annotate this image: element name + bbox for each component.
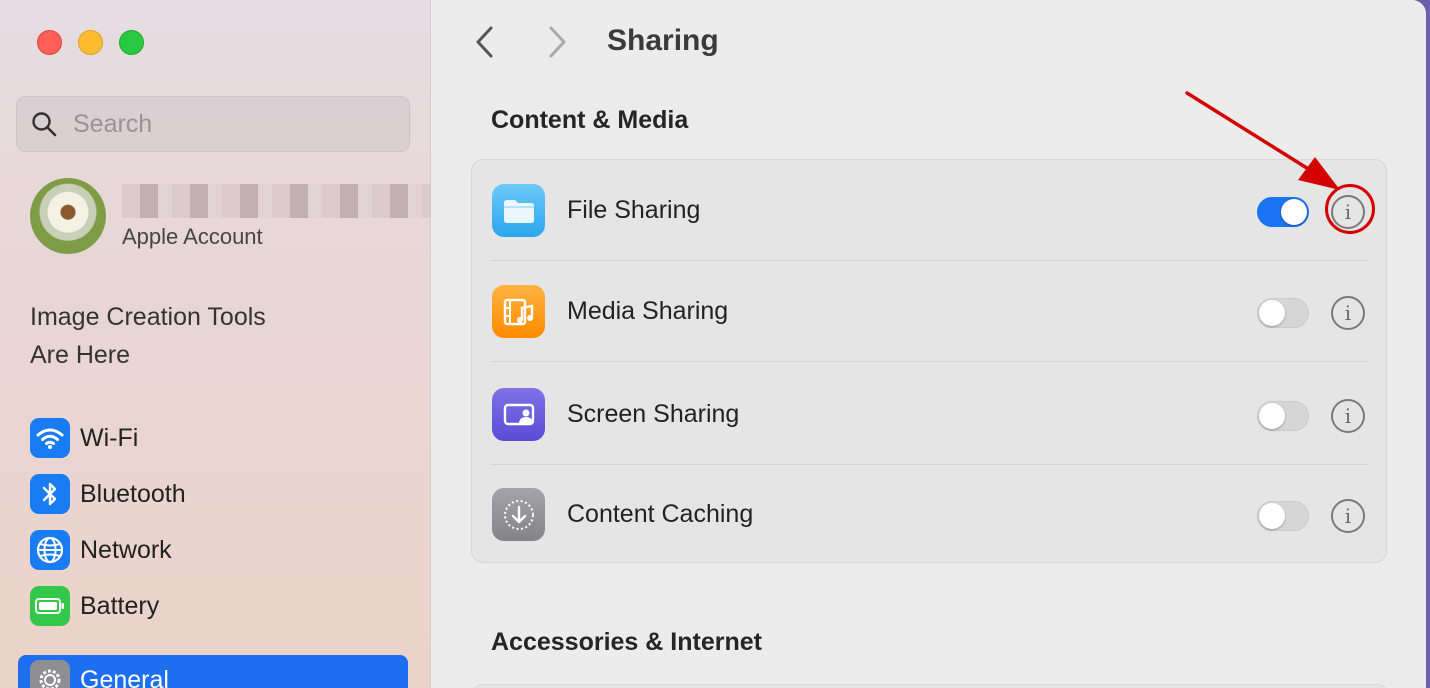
sidebar: Apple Account Image Creation Tools Are H… [0,0,438,688]
media-icon [492,285,545,338]
back-chevron-icon[interactable] [473,25,497,59]
content-caching-toggle[interactable] [1257,501,1309,531]
sidebar-item-label: Wi-Fi [80,423,139,452]
wifi-icon [30,418,70,458]
sidebar-item-battery[interactable]: Battery [30,578,186,634]
media-sharing-toggle[interactable] [1257,298,1309,328]
sidebar-item-label: General [80,665,169,688]
settings-window: Apple Account Image Creation Tools Are H… [0,0,1426,688]
content-caching-info-button[interactable]: i [1331,499,1365,533]
content-caching-icon [492,488,545,541]
sidebar-item-network[interactable]: Network [30,522,186,578]
minimize-window-button[interactable] [78,30,103,55]
accessories-internet-card [471,684,1389,688]
row-label: Content Caching [567,500,754,528]
info-icon: i [1344,301,1352,325]
section-title-accessories-internet: Accessories & Internet [491,628,762,656]
row-label: Screen Sharing [567,400,740,428]
file-sharing-toggle[interactable] [1257,197,1309,227]
content-media-card: File Sharing i Media Sharing i Screen Sh… [471,159,1387,563]
account-subtitle: Apple Account [122,224,263,249]
gear-icon [30,660,70,688]
main-pane: Sharing Content & Media File Sharing i M… [431,0,1426,688]
row-divider [491,361,1369,362]
sidebar-item-label: Bluetooth [80,479,186,508]
screen-sharing-toggle[interactable] [1257,401,1309,431]
close-window-button[interactable] [37,30,62,55]
sidebar-item-label: Network [80,535,172,564]
bluetooth-icon [30,474,70,514]
zoom-window-button[interactable] [119,30,144,55]
sidebar-item-general[interactable]: General [18,655,408,688]
info-icon: i [1344,404,1352,428]
screen-sharing-icon [492,388,545,441]
traffic-lights [37,30,144,55]
section-title-content-media: Content & Media [491,106,689,134]
sidebar-item-wifi[interactable]: Wi-Fi [30,410,186,466]
globe-icon [30,530,70,570]
page-title: Sharing [607,24,719,57]
toolbar: Sharing [431,0,1426,84]
magnifying-glass-icon [32,112,57,137]
row-file-sharing: File Sharing i [491,160,1369,261]
battery-icon [30,586,70,626]
promo-line-1: Image Creation Tools [30,303,266,331]
row-media-sharing: Media Sharing i [491,261,1369,362]
avatar[interactable] [30,178,106,254]
account-name-redacted [122,184,438,218]
row-label: Media Sharing [567,297,729,325]
annotation-highlight-circle [1325,184,1375,234]
sidebar-item-bluetooth[interactable]: Bluetooth [30,466,186,522]
sidebar-nav: Wi-Fi Bluetooth Network Battery General [18,410,408,688]
forward-chevron-icon[interactable] [545,25,569,59]
promo-line-2: Are Here [30,341,131,369]
promo-link[interactable]: Image Creation Tools Are Here [30,298,266,374]
row-label: File Sharing [567,196,701,224]
folder-icon [492,184,545,237]
row-screen-sharing: Screen Sharing i [491,364,1369,465]
search-input[interactable] [71,108,375,140]
screen-sharing-info-button[interactable]: i [1331,399,1365,433]
info-icon: i [1344,504,1352,528]
sidebar-item-label: Battery [80,591,160,620]
row-content-caching: Content Caching i [491,464,1369,565]
media-sharing-info-button[interactable]: i [1331,296,1365,330]
search-field[interactable] [16,96,410,152]
